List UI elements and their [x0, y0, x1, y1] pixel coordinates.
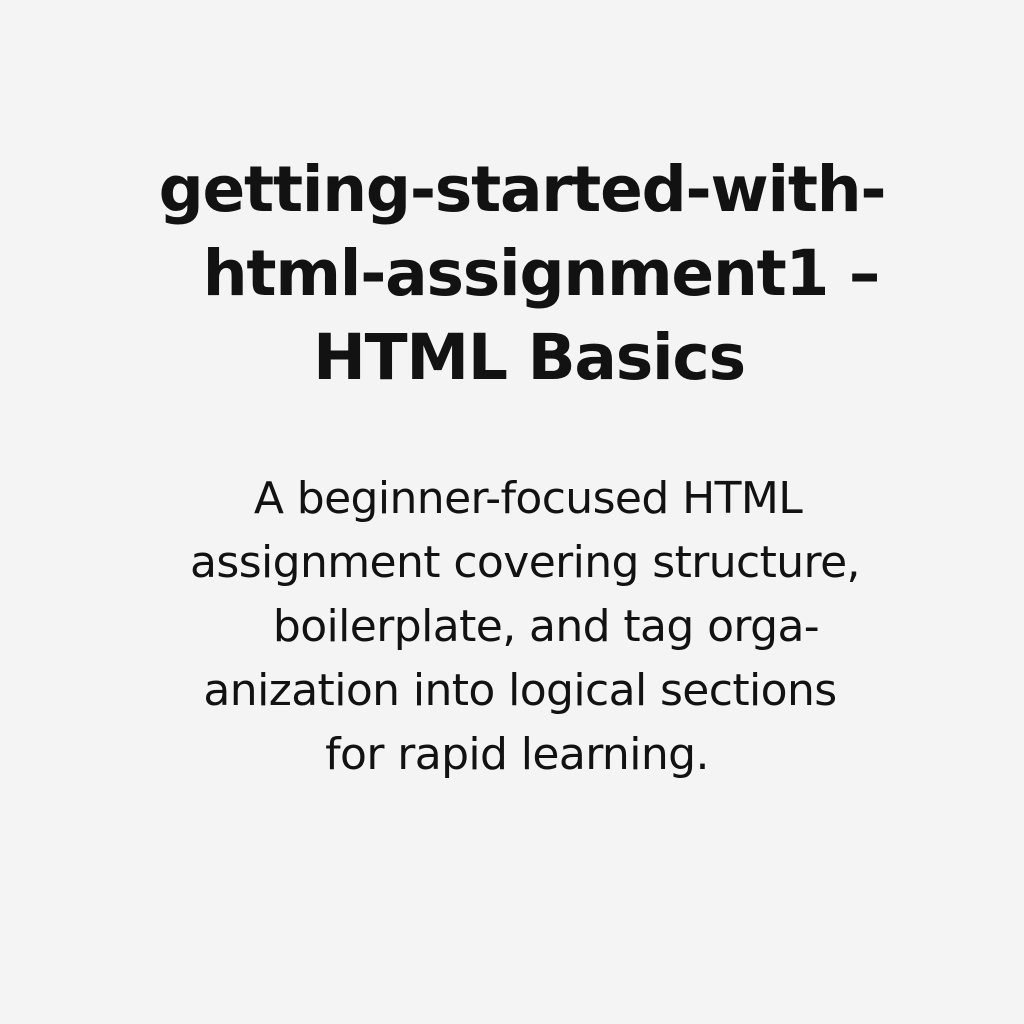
description-line-1: A beginner-focused HTML: [253, 473, 803, 524]
page-description: A beginner-focused HTML assignment cover…: [0, 467, 1024, 787]
description-line-3: boilerplate, and tag orga-: [272, 601, 820, 652]
description-line-2: assignment covering structure,: [190, 537, 861, 588]
document-page: getting-started-with- html-assignment1 –…: [0, 0, 1024, 1024]
description-line-5: for rapid learning.: [325, 729, 709, 780]
page-title: getting-started-with- html-assignment1 –…: [0, 148, 1024, 400]
description-line-4: anization into logical sections: [203, 665, 837, 716]
title-line-3: HTML Basics: [313, 321, 746, 394]
title-line-2: html-assignment1 –: [202, 237, 881, 310]
title-line-1: getting-started-with-: [158, 153, 887, 226]
